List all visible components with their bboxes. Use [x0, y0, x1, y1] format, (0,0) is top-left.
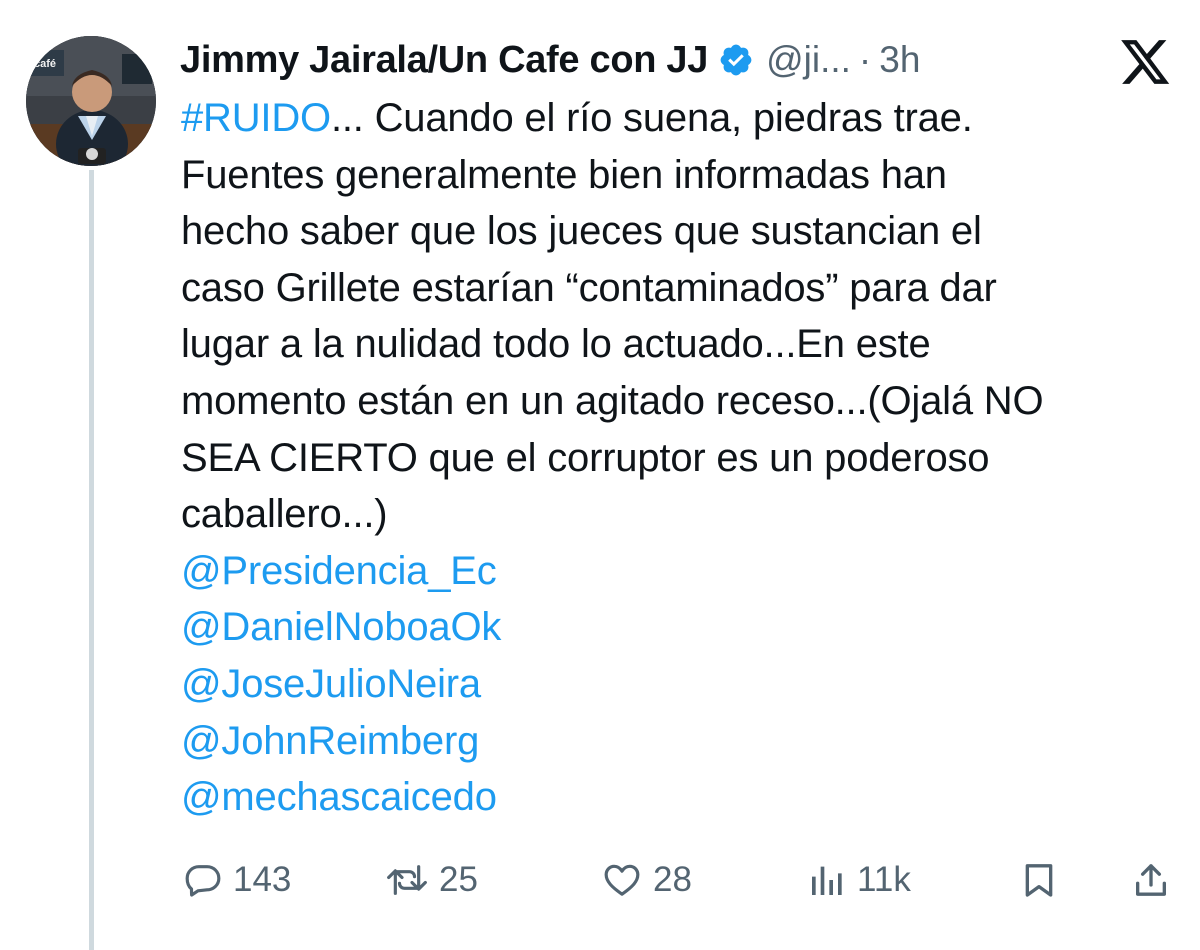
repost-button[interactable]: 25	[385, 855, 478, 905]
mention-link[interactable]: @JoseJulioNeira	[181, 656, 1171, 713]
thread-line	[89, 170, 94, 950]
tweet-line: momento están en un agitado receso...(Oj…	[181, 378, 1044, 423]
repost-count: 25	[439, 860, 478, 899]
views-count: 11k	[857, 860, 911, 899]
like-button[interactable]: 28	[601, 855, 692, 905]
verified-badge-icon	[718, 42, 754, 78]
avatar-image: café	[26, 36, 156, 166]
separator-dot: ·	[858, 39, 872, 80]
reply-count: 143	[233, 860, 292, 899]
repost-icon	[385, 860, 429, 900]
avatar[interactable]: café	[26, 36, 156, 166]
like-count: 28	[653, 860, 692, 899]
avatar-text: café	[34, 58, 56, 70]
heart-icon	[601, 860, 643, 900]
share-icon	[1131, 860, 1171, 900]
tweet-line: caso Grillete estarían “contaminados” pa…	[181, 265, 997, 310]
tweet-header: Jimmy Jairala/Un Cafe con JJ @ji... · 3h	[180, 32, 920, 88]
mention-link[interactable]: @Presidencia_Ec	[181, 543, 1171, 600]
hashtag-link[interactable]: #RUIDO	[181, 96, 331, 140]
mention-link[interactable]: @mechascaicedo	[181, 769, 1171, 826]
handle[interactable]: @ji...	[766, 39, 851, 81]
tweet-line-1: #RUIDO... Cuando el río suena, piedras t…	[181, 90, 1171, 147]
tweet-line: Fuentes generalmente bien informadas han	[181, 152, 947, 197]
mention-link[interactable]: @DanielNoboaOk	[181, 599, 1171, 656]
tweet-line-1-text: ... Cuando el río suena, piedras trae.	[330, 96, 973, 140]
timestamp[interactable]: 3h	[879, 39, 920, 81]
views-button[interactable]: 11k	[807, 855, 911, 905]
tweet-line: SEA CIERTO que el corruptor es un podero…	[181, 435, 990, 480]
display-name[interactable]: Jimmy Jairala/Un Cafe con JJ	[180, 39, 708, 82]
bookmark-button[interactable]	[1019, 855, 1059, 905]
reply-button[interactable]: 143	[183, 855, 291, 905]
tweet-line: hecho saber que los jueces que sustancia…	[181, 209, 982, 254]
views-icon	[807, 860, 847, 900]
tweet-line: lugar a la nulidad todo lo actuado...En …	[181, 322, 931, 367]
mention-link[interactable]: @JohnReimberg	[181, 713, 1171, 770]
action-bar: 143 25 28 11k	[183, 855, 1173, 905]
x-logo-icon[interactable]	[1121, 40, 1171, 86]
bookmark-icon	[1019, 860, 1059, 900]
reply-icon	[183, 860, 223, 900]
tweet-text: #RUIDO... Cuando el río suena, piedras t…	[181, 90, 1171, 826]
tweet-line: caballero...)	[181, 492, 388, 537]
share-button[interactable]	[1131, 855, 1171, 905]
